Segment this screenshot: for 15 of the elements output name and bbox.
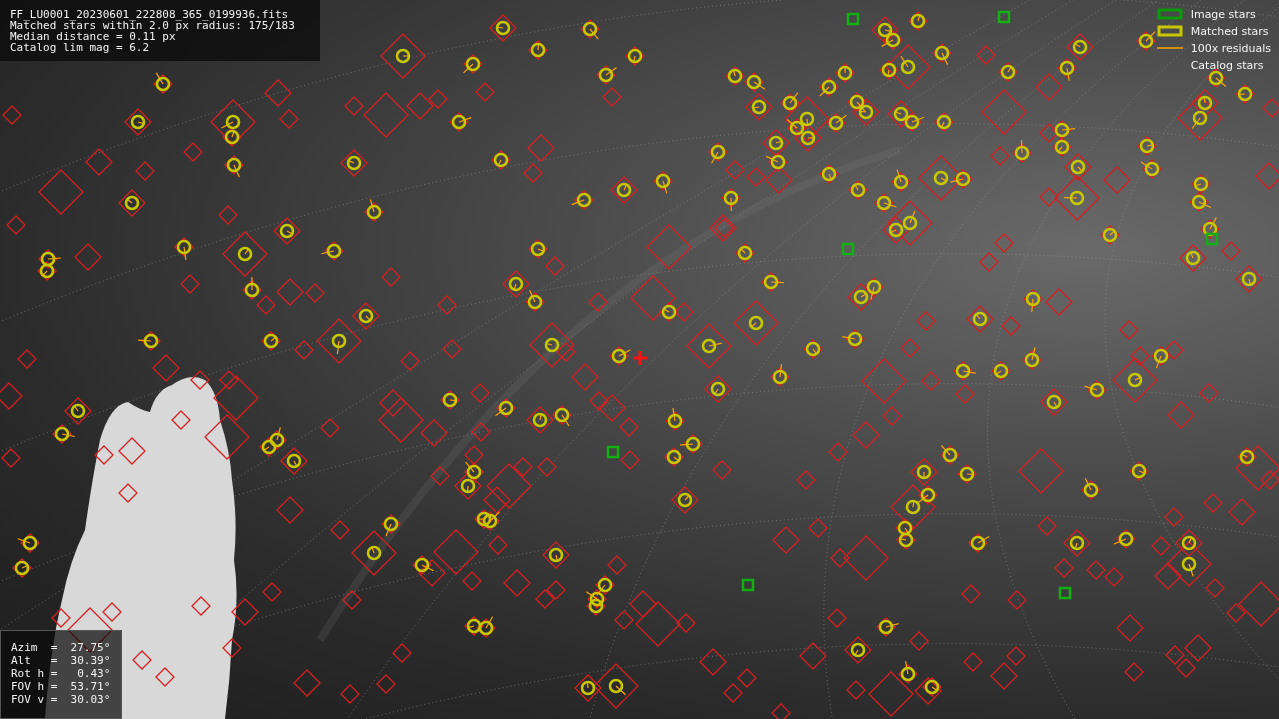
pointing-text: Alt = 30.39° bbox=[11, 655, 112, 666]
legend-label: Matched stars bbox=[1190, 24, 1269, 38]
info-text: FF_LU0001_20230601_222808_365_0199936.fits bbox=[10, 9, 290, 20]
legend-label: Catalog stars bbox=[1190, 58, 1264, 72]
pointing-text: FOV v = 30.03° bbox=[11, 694, 112, 705]
legend-label: Image stars bbox=[1190, 7, 1256, 21]
pointing-text: Azim = 27.75° bbox=[11, 642, 112, 653]
info-text: Matched stars within 2.0 px radius: 175/183 bbox=[10, 20, 296, 31]
image-star-swatch-icon bbox=[1156, 8, 1183, 20]
info-text: Catalog lim mag = 6.2 bbox=[10, 42, 151, 53]
pointing-text: FOV h = 53.71° bbox=[11, 681, 112, 692]
info-text: Median distance = 0.11 px bbox=[10, 31, 176, 42]
matched-star-swatch-icon bbox=[1156, 25, 1183, 37]
legend-label: 100x residuals bbox=[1190, 41, 1271, 55]
pointing-text: Rot h = 0.43° bbox=[11, 668, 112, 679]
